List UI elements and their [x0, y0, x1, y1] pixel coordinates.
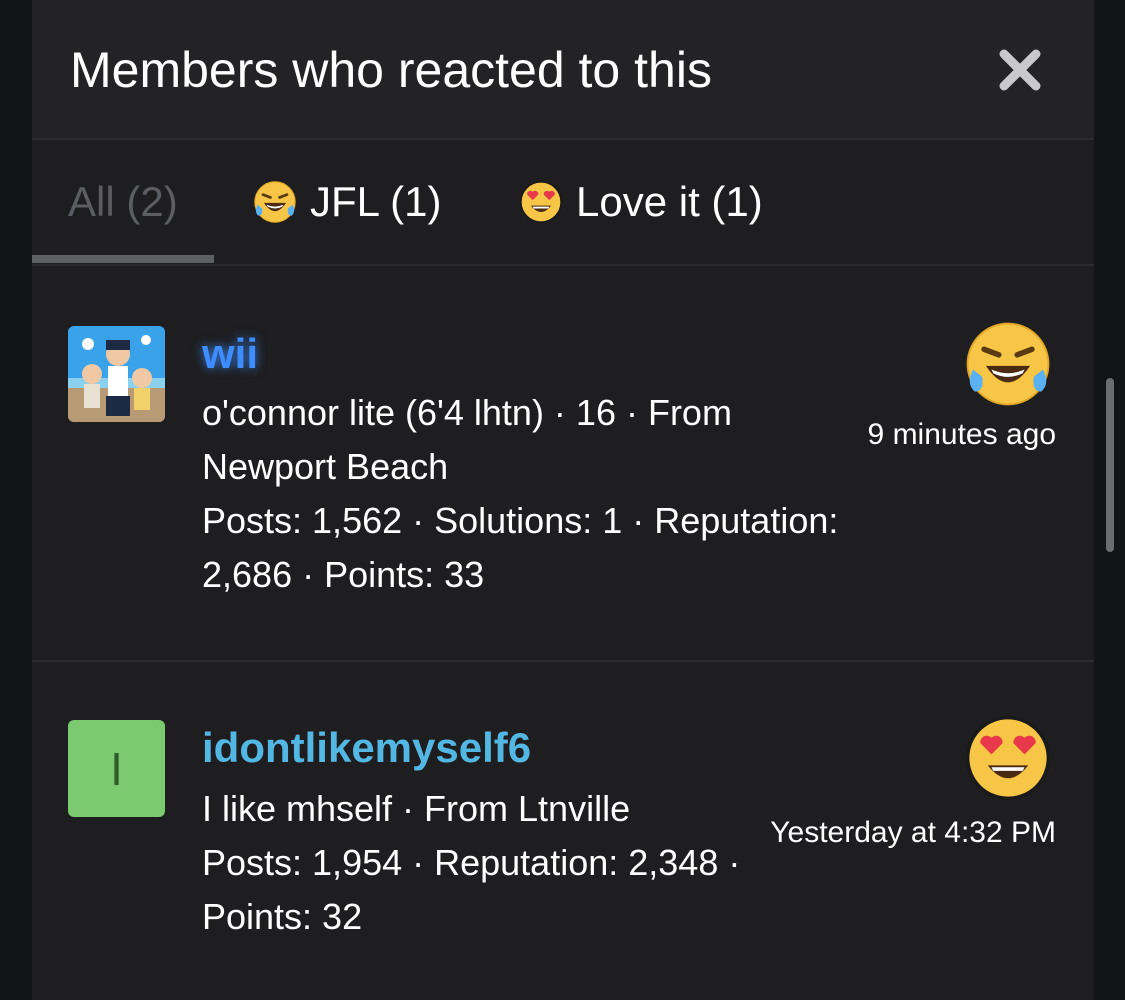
close-icon[interactable]: [994, 44, 1046, 96]
member-row: wii o'connor lite (6'4 lhtn) · 16 · From…: [32, 266, 1094, 662]
tab-all-label: All (2): [68, 178, 178, 225]
modal-title: Members who reacted to this: [70, 42, 712, 98]
reaction-tabs: All (2) JFL (1) Love it (1): [32, 140, 1094, 266]
heart-eyes-emoji-icon: [519, 180, 563, 224]
laugh-cry-emoji-icon: [254, 181, 296, 223]
member-title-location: o'connor lite (6'4 lhtn) · 16 · From New…: [202, 392, 732, 487]
member-title-location: I like mhself · From Ltnville: [202, 788, 631, 829]
tab-love-it[interactable]: Love it (1): [518, 140, 763, 264]
reaction-time: Yesterday at 4:32 PM: [770, 816, 1056, 849]
avatar[interactable]: I: [68, 720, 165, 817]
reaction-time: 9 minutes ago: [867, 418, 1056, 451]
member-row: I idontlikemyself6 I like mhself · From …: [32, 662, 1094, 1000]
laugh-cry-emoji-icon: [966, 322, 1050, 406]
reactions-modal: Members who reacted to this All (2) JFL …: [32, 0, 1094, 1000]
scrollbar[interactable]: [1106, 378, 1114, 552]
member-username[interactable]: idontlikemyself6: [202, 724, 531, 772]
member-stats: Posts: 1,562 · Solutions: 1 · Reputation…: [202, 500, 839, 595]
member-username[interactable]: wii: [202, 330, 258, 378]
heart-eyes-emoji-icon: [965, 715, 1051, 801]
tab-jfl[interactable]: JFL (1): [252, 140, 441, 264]
member-details: I like mhself · From Ltnville Posts: 1,9…: [202, 782, 842, 944]
tab-all[interactable]: All (2): [68, 140, 178, 264]
tab-jfl-label: JFL (1): [310, 178, 442, 225]
active-tab-indicator: [32, 255, 214, 263]
avatar[interactable]: [68, 326, 165, 422]
member-details: o'connor lite (6'4 lhtn) · 16 · From New…: [202, 386, 842, 602]
member-stats: Posts: 1,954 · Reputation: 2,348 · Point…: [202, 842, 741, 937]
tab-love-it-label: Love it (1): [576, 178, 763, 225]
modal-header: Members who reacted to this: [32, 0, 1094, 140]
